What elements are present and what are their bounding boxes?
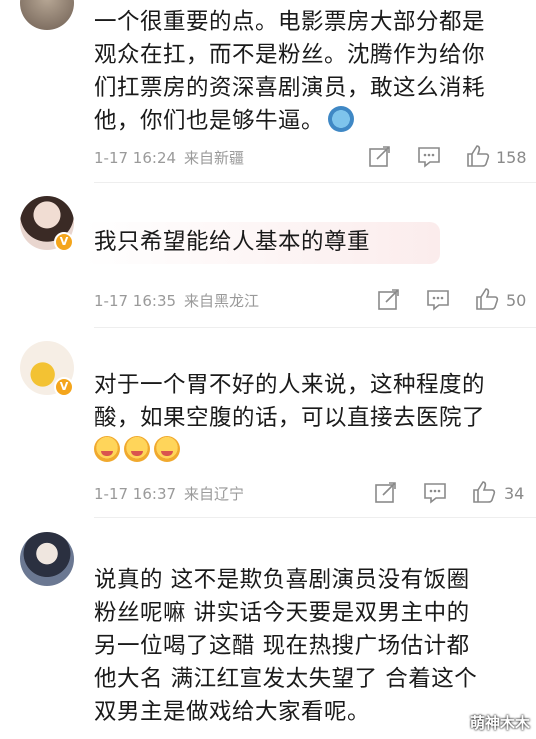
verified-badge-icon: V	[54, 377, 74, 397]
comment-line: 他大名 满江红宣发太失望了 合着这个	[94, 666, 478, 692]
like-count: 158	[496, 148, 527, 167]
comment-location: 来自辽宁	[184, 485, 245, 503]
like-icon[interactable]	[466, 145, 490, 167]
smile-emoji-icon	[94, 436, 120, 462]
comment-meta: 1-17 16:35 来自黑龙江	[94, 290, 259, 311]
comment-text: 说真的 这不是欺负喜剧演员没有饭圈 粉丝呢嘛 讲实话今天要是双男主中的 另一位喝…	[94, 564, 514, 729]
globe-emoji-icon	[328, 106, 355, 132]
divider	[94, 327, 536, 328]
comment-meta: 1-17 16:37 来自辽宁	[94, 483, 244, 504]
comment-line: 一个很重要的点。电影票房大部分都是	[94, 9, 486, 35]
smile-emoji-icon	[124, 436, 150, 462]
comment-line: 对于一个胃不好的人来说，这种程度的	[94, 372, 486, 398]
comment-line: 他，你们也是够牛逼。	[94, 108, 325, 134]
comment-meta: 1-17 16:24 来自新疆	[94, 147, 244, 168]
like-count: 34	[504, 484, 525, 503]
verified-badge-icon: V	[54, 232, 74, 252]
share-icon[interactable]	[368, 146, 392, 168]
comment-icon[interactable]	[423, 482, 447, 504]
comment-time: 1-17 16:37	[94, 485, 177, 503]
avatar[interactable]	[20, 532, 74, 586]
share-icon[interactable]	[377, 289, 401, 311]
comment-time: 1-17 16:24	[94, 149, 177, 167]
comment-location: 来自新疆	[184, 149, 245, 167]
like-icon[interactable]	[472, 481, 496, 503]
comment-line: 观众在扛，而不是粉丝。沈腾作为给你	[94, 42, 486, 68]
comment-location: 来自黑龙江	[184, 292, 260, 310]
divider	[94, 182, 536, 183]
watermark: 萌神木木	[469, 714, 530, 732]
comment-line: 我只希望能给人基本的尊重	[94, 229, 371, 255]
comment-time: 1-17 16:35	[94, 292, 177, 310]
comment-text: 对于一个胃不好的人来说，这种程度的 酸，如果空腹的话，可以直接去医院了	[94, 369, 514, 468]
avatar[interactable]	[20, 0, 74, 30]
like-icon[interactable]	[475, 288, 499, 310]
like-count: 50	[506, 291, 527, 310]
comment-line: 另一位喝了这醋 现在热搜广场估计都	[94, 633, 470, 659]
comment-line: 双男主是做戏给大家看呢。	[94, 699, 371, 725]
comment-line: 说真的 这不是欺负喜剧演员没有饭圈	[94, 567, 470, 593]
comment-line: 们扛票房的资深喜剧演员，敢这么消耗	[94, 75, 486, 101]
share-icon[interactable]	[374, 482, 398, 504]
comment-text: 我只希望能给人基本的尊重	[94, 226, 514, 259]
comment-line: 酸，如果空腹的话，可以直接去医院了	[94, 405, 486, 431]
smile-emoji-icon	[154, 436, 180, 462]
divider	[94, 517, 536, 518]
comment-line: 粉丝呢嘛 讲实话今天要是双男主中的	[94, 600, 470, 626]
comment-icon[interactable]	[417, 146, 441, 168]
comment-text: 一个很重要的点。电影票房大部分都是 观众在扛，而不是粉丝。沈腾作为给你 们扛票房…	[94, 6, 514, 138]
comment-icon[interactable]	[426, 289, 450, 311]
